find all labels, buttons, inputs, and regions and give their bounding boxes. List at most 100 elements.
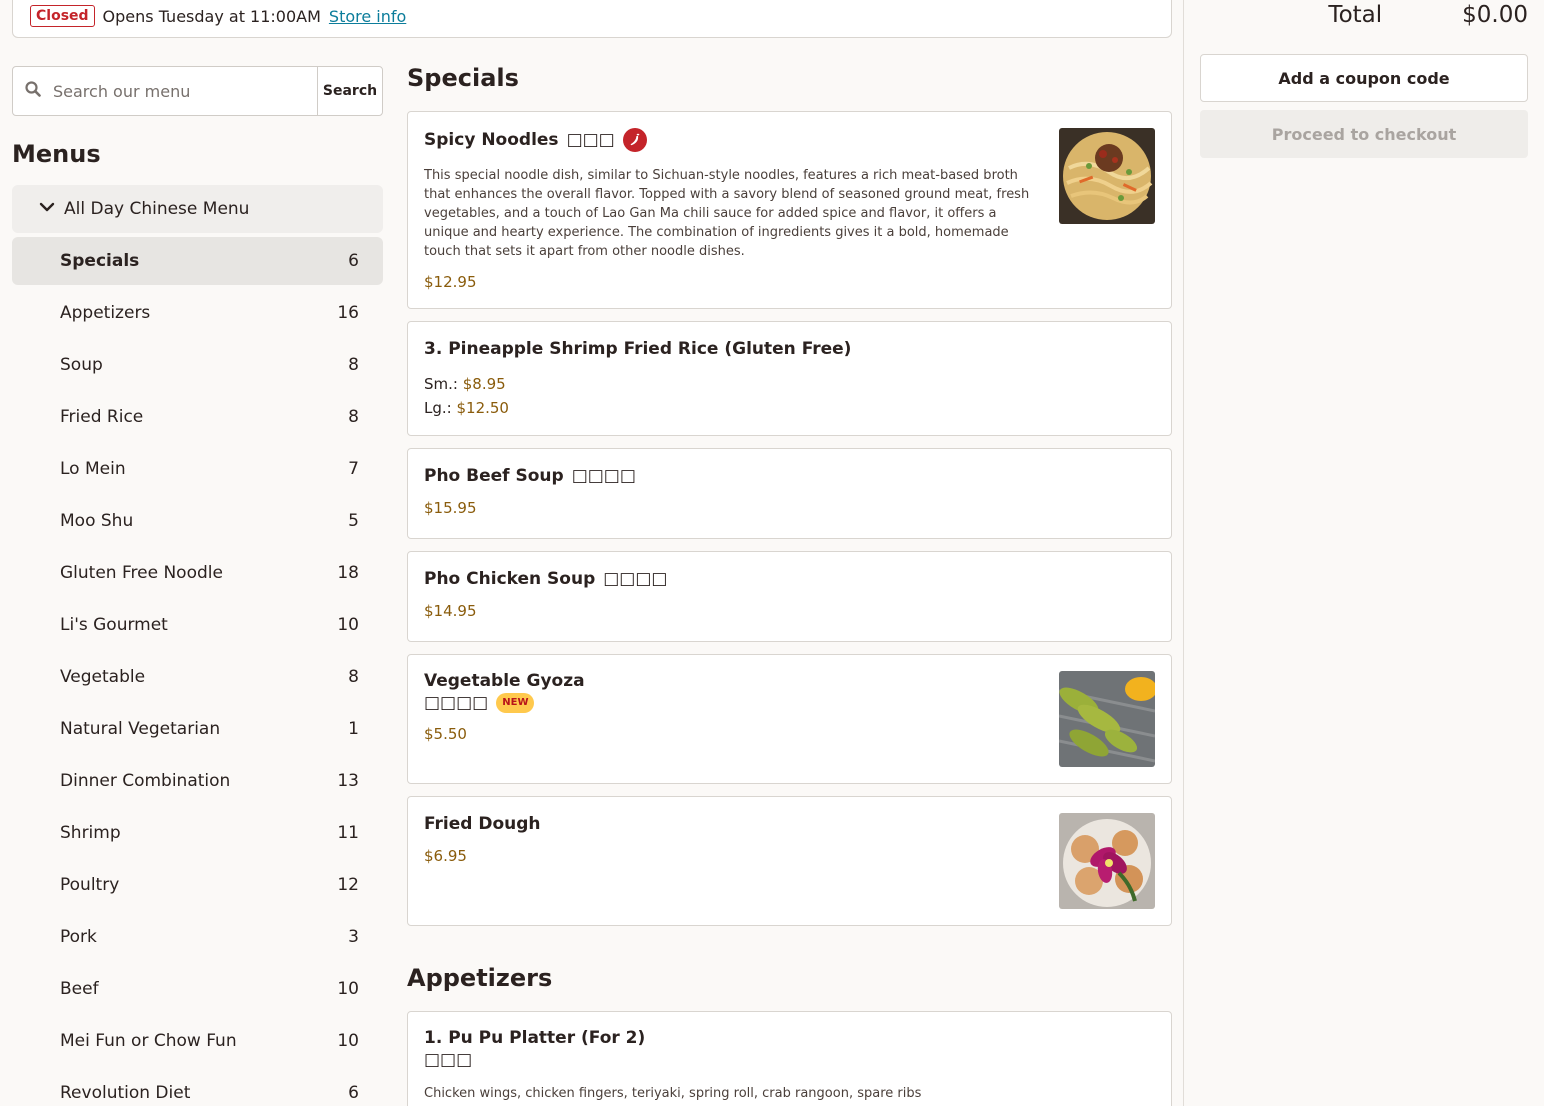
item-photo-noodles xyxy=(1059,128,1155,224)
item-subtitle-row: □□□□ NEW xyxy=(424,693,1155,713)
sidebar-item-gluten-free-noodle[interactable]: Gluten Free Noodle 18 xyxy=(12,549,383,597)
search-input[interactable] xyxy=(53,81,293,101)
category-count: 10 xyxy=(337,979,359,999)
category-count: 6 xyxy=(348,1083,359,1103)
sidebar-item-lis-gourmet[interactable]: Li's Gourmet 10 xyxy=(12,601,383,649)
category-name: Li's Gourmet xyxy=(60,615,168,635)
item-title-glyphs: □□□□ xyxy=(571,466,636,486)
sidebar-item-mei-fun-chow-fun[interactable]: Mei Fun or Chow Fun 10 xyxy=(12,1017,383,1065)
category-count: 10 xyxy=(337,615,359,635)
sidebar-item-soup[interactable]: Soup 8 xyxy=(12,341,383,389)
item-price: $15.95 xyxy=(424,499,477,517)
category-name: Appetizers xyxy=(60,303,151,323)
item-title: Vegetable Gyoza xyxy=(424,671,585,691)
item-price: $5.50 xyxy=(424,725,467,743)
sidebar-item-shrimp[interactable]: Shrimp 11 xyxy=(12,809,383,857)
category-count: 13 xyxy=(337,771,359,791)
item-title-glyphs: □□□□ xyxy=(603,569,668,589)
price-options: Sm.: $8.95 Lg.: $12.50 xyxy=(424,372,1155,420)
item-title: Fried Dough xyxy=(424,814,541,834)
menu-item-pho-beef-soup[interactable]: Pho Beef Soup □□□□ $15.95 xyxy=(407,448,1172,539)
sidebar-item-appetizers[interactable]: Appetizers 16 xyxy=(12,289,383,337)
search-field-wrapper xyxy=(13,67,317,115)
cart-divider xyxy=(1183,0,1184,1106)
menu-group-all-day[interactable]: All Day Chinese Menu xyxy=(12,185,383,233)
category-count: 8 xyxy=(348,667,359,687)
sidebar-item-poultry[interactable]: Poultry 12 xyxy=(12,861,383,909)
item-title-row: Spicy Noodles □□□ xyxy=(424,128,1155,152)
opening-hours-text: Opens Tuesday at 11:00AM xyxy=(102,7,321,26)
item-title-row: Pho Chicken Soup □□□□ xyxy=(424,568,1155,590)
item-photo-fried-dough xyxy=(1059,813,1155,909)
category-count: 1 xyxy=(348,719,359,739)
category-name: Fried Rice xyxy=(60,407,144,427)
price-option-large: Lg.: $12.50 xyxy=(424,396,1155,420)
category-name: Specials xyxy=(60,251,140,271)
menus-heading: Menus xyxy=(12,140,101,168)
category-name: Vegetable xyxy=(60,667,146,687)
item-title-glyphs: □□□ xyxy=(424,1050,473,1070)
section-heading-specials: Specials xyxy=(407,64,519,92)
item-description: This special noodle dish, similar to Sic… xyxy=(424,168,1030,259)
menu-search: Search xyxy=(12,66,383,116)
sidebar-item-lo-mein[interactable]: Lo Mein 7 xyxy=(12,445,383,493)
total-label: Total xyxy=(1328,2,1383,28)
size-price: $8.95 xyxy=(462,375,506,393)
category-name: Gluten Free Noodle xyxy=(60,563,223,583)
sidebar-item-specials[interactable]: Specials 6 xyxy=(12,237,383,285)
item-title: 1. Pu Pu Platter (For 2) xyxy=(424,1028,646,1048)
category-name: Shrimp xyxy=(60,823,121,843)
store-info-link[interactable]: Store info xyxy=(329,7,406,27)
sidebar-item-dinner-combination[interactable]: Dinner Combination 13 xyxy=(12,757,383,805)
menu-item-pineapple-shrimp-fried-rice[interactable]: 3. Pineapple Shrimp Fried Rice (Gluten F… xyxy=(407,321,1172,436)
sidebar-item-moo-shu[interactable]: Moo Shu 5 xyxy=(12,497,383,545)
section-heading-appetizers: Appetizers xyxy=(407,964,553,992)
menu-item-pu-pu-platter[interactable]: 1. Pu Pu Platter (For 2) □□□ Chicken win… xyxy=(407,1011,1172,1106)
category-count: 18 xyxy=(337,563,359,583)
item-title: Pho Chicken Soup xyxy=(424,569,596,589)
item-title: 3. Pineapple Shrimp Fried Rice (Gluten F… xyxy=(424,339,852,359)
closed-badge: Closed xyxy=(30,5,95,27)
sidebar-item-beef[interactable]: Beef 10 xyxy=(12,965,383,1013)
category-count: 11 xyxy=(337,823,359,843)
add-coupon-button[interactable]: Add a coupon code xyxy=(1200,54,1528,102)
category-name: Moo Shu xyxy=(60,511,134,531)
category-count: 8 xyxy=(348,355,359,375)
sidebar-item-revolution-diet[interactable]: Revolution Diet 6 xyxy=(12,1069,383,1106)
sidebar-item-fried-rice[interactable]: Fried Rice 8 xyxy=(12,393,383,441)
price-option-small: Sm.: $8.95 xyxy=(424,372,1155,396)
category-name: Mei Fun or Chow Fun xyxy=(60,1031,237,1051)
category-count: 3 xyxy=(348,927,359,947)
category-name: Lo Mein xyxy=(60,459,126,479)
menu-item-pho-chicken-soup[interactable]: Pho Chicken Soup □□□□ $14.95 xyxy=(407,551,1172,642)
category-name: Soup xyxy=(60,355,103,375)
item-photo-gyoza xyxy=(1059,671,1155,767)
menu-item-fried-dough[interactable]: Fried Dough $6.95 xyxy=(407,796,1172,926)
category-name: Pork xyxy=(60,927,97,947)
item-description: Chicken wings, chicken fingers, teriyaki… xyxy=(424,1086,922,1101)
proceed-to-checkout-button[interactable]: Proceed to checkout xyxy=(1200,110,1528,158)
item-price: $14.95 xyxy=(424,602,477,620)
search-icon xyxy=(25,81,41,101)
category-count: 5 xyxy=(348,511,359,531)
category-count: 6 xyxy=(348,251,359,271)
category-name: Natural Vegetarian xyxy=(60,719,221,739)
size-price: $12.50 xyxy=(456,399,509,417)
search-button[interactable]: Search xyxy=(317,67,382,115)
menu-item-spicy-noodles[interactable]: Spicy Noodles □□□ This special noodle di… xyxy=(407,111,1172,309)
cart-total-row: Total $0.00 xyxy=(1200,2,1528,28)
item-title: Spicy Noodles xyxy=(424,130,559,150)
sidebar-item-natural-vegetarian[interactable]: Natural Vegetarian 1 xyxy=(12,705,383,753)
new-badge: NEW xyxy=(496,693,535,713)
item-title-glyphs: □□□ xyxy=(566,130,615,150)
sidebar-item-vegetable[interactable]: Vegetable 8 xyxy=(12,653,383,701)
sidebar-item-pork[interactable]: Pork 3 xyxy=(12,913,383,961)
item-title: Pho Beef Soup xyxy=(424,466,564,486)
chevron-down-icon xyxy=(38,198,56,220)
category-name: Beef xyxy=(60,979,99,999)
menu-item-vegetable-gyoza[interactable]: Vegetable Gyoza □□□□ NEW $5.50 xyxy=(407,654,1172,784)
item-price: $12.95 xyxy=(424,273,477,291)
category-count: 8 xyxy=(348,407,359,427)
total-value: $0.00 xyxy=(1462,2,1528,28)
category-count: 10 xyxy=(337,1031,359,1051)
